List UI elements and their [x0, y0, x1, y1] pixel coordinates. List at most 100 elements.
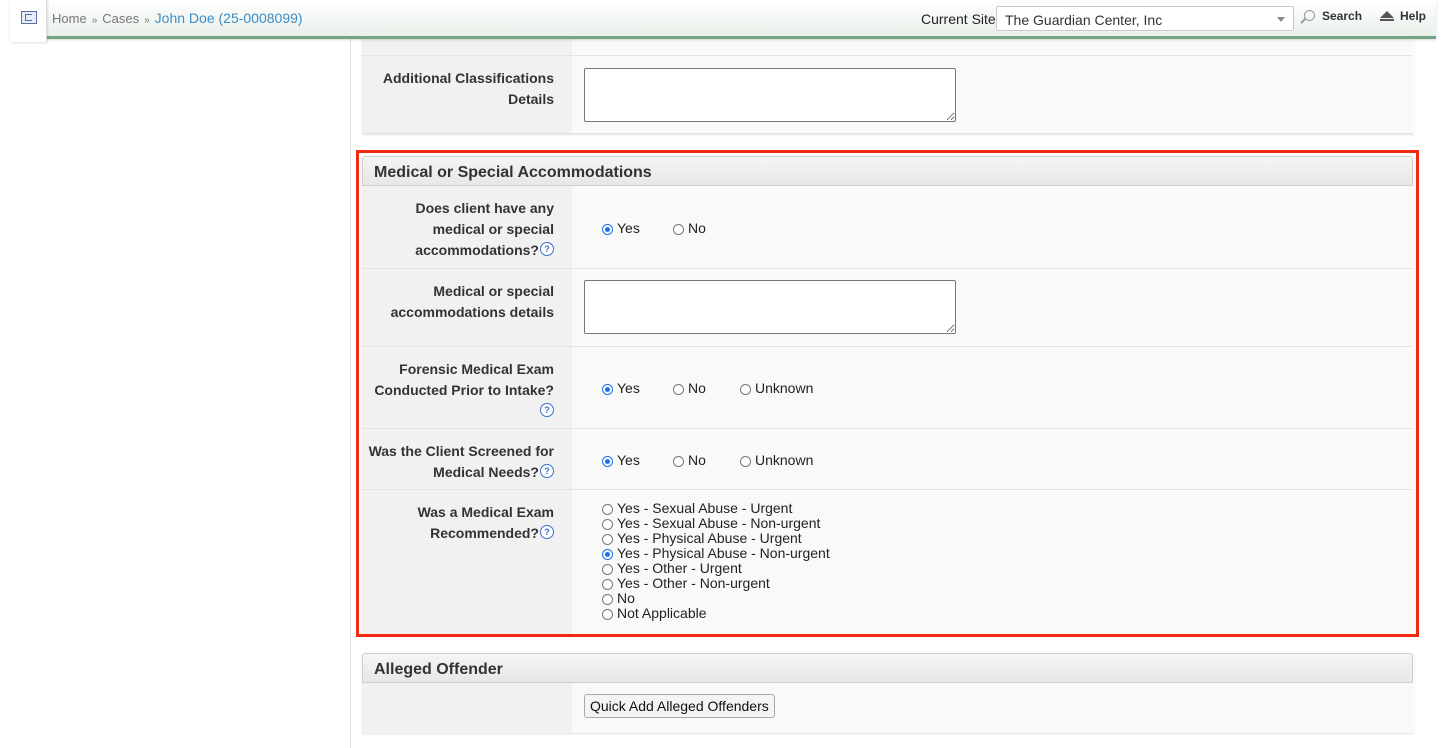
radio-label: Unknown [755, 380, 814, 396]
medical-exam-recommended-label-text: Was a Medical Exam Recommended? [417, 504, 554, 541]
breadcrumb-home[interactable]: Home [52, 11, 87, 26]
help-question-icon[interactable]: ? [540, 525, 554, 539]
breadcrumb-current-case[interactable]: John Doe (25-0008099) [155, 10, 303, 26]
radio-screened-yes[interactable]: Yes [602, 453, 640, 468]
form-row-additional-classifications: Additional Classifications Details [362, 56, 1413, 134]
radio-unselected-icon [602, 564, 613, 575]
radio-exam-other-urgent[interactable]: Yes - Other - Urgent [602, 561, 742, 576]
medical-accommodations-label-text: Does client have any medical or special … [415, 200, 554, 258]
form-row-medical-accommodations: Does client have any medical or special … [362, 186, 1413, 269]
radio-label: Yes [617, 452, 640, 468]
radio-selected-icon [602, 456, 613, 467]
radio-unselected-icon [602, 594, 613, 605]
screened-medical-needs-field: Yes No Unknown [572, 429, 1413, 489]
radio-exam-sexual-urgent[interactable]: Yes - Sexual Abuse - Urgent [602, 501, 792, 516]
medical-details-label: Medical or special accommodations detail… [362, 269, 572, 346]
breadcrumb-cases[interactable]: Cases [102, 11, 139, 26]
chevron-down-icon [1277, 17, 1285, 22]
form-row-medical-details: Medical or special accommodations detail… [362, 269, 1413, 347]
screened-medical-needs-label: Was the Client Screened for Medical Need… [362, 429, 572, 489]
radio-screened-unknown[interactable]: Unknown [740, 453, 813, 468]
radio-unselected-icon [673, 224, 684, 235]
radio-unselected-icon [673, 384, 684, 395]
medical-accommodations-label: Does client have any medical or special … [362, 186, 572, 268]
radio-exam-other-nonurgent[interactable]: Yes - Other - Non-urgent [602, 576, 770, 591]
radio-label: Yes [617, 380, 640, 396]
radio-label: Yes - Sexual Abuse - Non-urgent [617, 515, 821, 531]
screened-medical-needs-label-text: Was the Client Screened for Medical Need… [368, 443, 554, 480]
main-menu-button[interactable] [10, 0, 47, 42]
prior-section-panel: Additional Classifications Details [362, 30, 1414, 134]
radio-label: No [688, 380, 706, 396]
form-row-screened-medical-needs: Was the Client Screened for Medical Need… [362, 429, 1413, 490]
radio-screened-no[interactable]: No [673, 453, 706, 468]
help-question-icon[interactable]: ? [540, 242, 554, 256]
radio-label: No [617, 590, 635, 606]
radio-unselected-icon [602, 504, 613, 515]
radio-label: Yes - Physical Abuse - Non-urgent [617, 545, 830, 561]
radio-unselected-icon [602, 534, 613, 545]
quick-add-field: Quick Add Alleged Offenders [572, 683, 1413, 733]
radio-exam-physical-nonurgent[interactable]: Yes - Physical Abuse - Non-urgent [602, 546, 830, 561]
radio-label: Yes [617, 220, 640, 236]
medical-section-panel: Medical or Special Accommodations Does c… [362, 156, 1414, 634]
search-icon [1304, 10, 1315, 21]
offender-section-panel: Alleged Offender Quick Add Alleged Offen… [362, 653, 1414, 733]
breadcrumb-separator: » [144, 15, 150, 26]
current-site-select[interactable]: The Guardian Center, Inc [996, 6, 1294, 31]
radio-unselected-icon [673, 456, 684, 467]
menu-icon [21, 11, 37, 24]
forensic-exam-label-text: Forensic Medical Exam Conducted Prior to… [374, 361, 554, 398]
medical-exam-recommended-label: Was a Medical Exam Recommended?? [362, 490, 572, 634]
radio-selected-icon [602, 384, 613, 395]
radio-exam-physical-urgent[interactable]: Yes - Physical Abuse - Urgent [602, 531, 802, 546]
radio-forensic-exam-yes[interactable]: Yes [602, 381, 640, 396]
radio-selected-icon [602, 549, 613, 560]
help-question-icon[interactable]: ? [540, 464, 554, 478]
search-link[interactable]: Search [1304, 9, 1362, 23]
form-label-empty [362, 683, 572, 733]
help-question-icon[interactable]: ? [540, 403, 554, 417]
help-label: Help [1400, 9, 1427, 23]
additional-classifications-textarea[interactable] [584, 68, 956, 122]
radio-unselected-icon [740, 384, 751, 395]
radio-exam-not-applicable[interactable]: Not Applicable [602, 606, 707, 621]
radio-forensic-exam-no[interactable]: No [673, 381, 706, 396]
current-site-value: The Guardian Center, Inc [1005, 12, 1163, 28]
radio-label: No [688, 220, 706, 236]
medical-accommodations-field: Yes No [572, 186, 1413, 268]
content-left-border [350, 36, 351, 748]
form-row-quick-add: Quick Add Alleged Offenders [362, 683, 1413, 733]
breadcrumb: Home » Cases » John Doe (25-0008099) [52, 10, 303, 26]
forensic-exam-label: Forensic Medical Exam Conducted Prior to… [362, 347, 572, 428]
radio-exam-sexual-nonurgent[interactable]: Yes - Sexual Abuse - Non-urgent [602, 516, 820, 531]
radio-label: Unknown [755, 452, 814, 468]
medical-exam-recommended-field: Yes - Sexual Abuse - Urgent Yes - Sexual… [572, 490, 1413, 634]
medical-details-textarea[interactable] [584, 280, 956, 334]
radio-unselected-icon [740, 456, 751, 467]
radio-unselected-icon [602, 519, 613, 530]
help-link[interactable]: Help [1380, 9, 1426, 23]
radio-forensic-exam-unknown[interactable]: Unknown [740, 381, 813, 396]
quick-add-alleged-offenders-button[interactable]: Quick Add Alleged Offenders [584, 694, 775, 718]
form-row-medical-exam-recommended: Was a Medical Exam Recommended?? Yes - S… [362, 490, 1413, 634]
radio-label: Yes - Other - Non-urgent [617, 575, 770, 591]
current-site-label: Current Site [921, 11, 996, 27]
medical-details-field [572, 269, 1413, 346]
radio-medical-accommodations-yes[interactable]: Yes [602, 221, 640, 236]
additional-classifications-field [572, 56, 1413, 133]
form-row-forensic-exam: Forensic Medical Exam Conducted Prior to… [362, 347, 1413, 429]
radio-unselected-icon [602, 609, 613, 620]
additional-classifications-label: Additional Classifications Details [362, 56, 572, 133]
breadcrumb-separator: » [91, 15, 98, 26]
radio-label: Yes - Sexual Abuse - Urgent [617, 500, 793, 516]
top-navigation-bar: Home » Cases » John Doe (25-0008099) Current… [10, 0, 1436, 42]
help-icon [1380, 11, 1394, 21]
radio-label: Not Applicable [617, 605, 707, 621]
radio-label: Yes - Other - Urgent [617, 560, 742, 576]
additional-classifications-label-text: Additional Classifications Details [382, 70, 554, 107]
radio-medical-accommodations-no[interactable]: No [673, 221, 706, 236]
radio-label: No [688, 452, 706, 468]
radio-exam-no[interactable]: No [602, 591, 635, 606]
search-label: Search [1322, 9, 1363, 23]
